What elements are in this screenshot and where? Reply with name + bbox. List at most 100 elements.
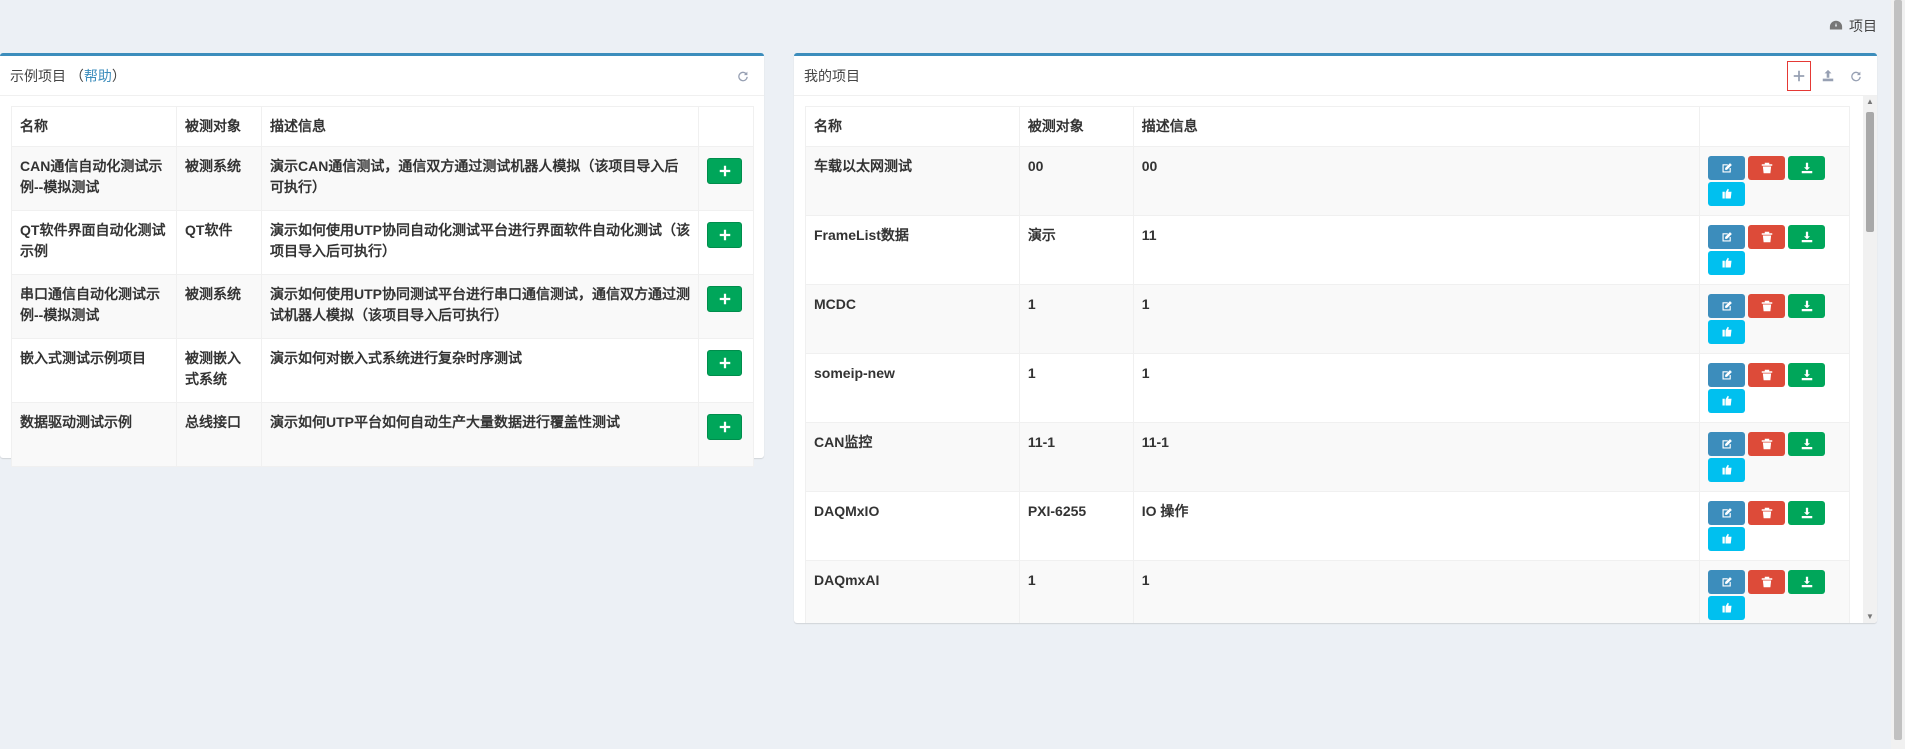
share-button[interactable] <box>1708 458 1745 482</box>
col-desc: 描述信息 <box>1132 106 1701 147</box>
project-name: DAQmxAI <box>805 560 1020 623</box>
col-target: 被测对象 <box>176 106 262 147</box>
refresh-button[interactable] <box>1845 65 1867 87</box>
plus-icon <box>719 421 730 433</box>
download-button[interactable] <box>1788 501 1825 525</box>
dashboard-icon <box>1829 20 1843 30</box>
import-project-button[interactable] <box>707 222 742 248</box>
edit-icon <box>1722 508 1732 518</box>
edit-icon <box>1722 370 1732 380</box>
edit-button[interactable] <box>1708 432 1745 456</box>
action-cell <box>1699 491 1850 561</box>
table-row: DAQMxIO PXI-6255 IO 操作 <box>805 491 1850 561</box>
project-target: 被测系统 <box>176 274 262 339</box>
action-cell <box>698 338 754 403</box>
import-project-button[interactable] <box>707 414 742 440</box>
project-desc: 00 <box>1132 146 1701 216</box>
plus-icon <box>719 357 730 369</box>
upload-button[interactable] <box>1817 65 1839 87</box>
my-projects-panel: 我的项目 名称 被测对象 描述信息 车载以太网测试 00 00 FrameList数据… <box>794 53 1877 623</box>
download-button[interactable] <box>1788 432 1825 456</box>
share-button[interactable] <box>1708 182 1745 206</box>
trash-icon <box>1761 576 1772 588</box>
project-desc: 11-1 <box>1132 422 1701 492</box>
project-name: FrameList数据 <box>805 215 1020 285</box>
share-button[interactable] <box>1708 320 1745 344</box>
download-button[interactable] <box>1788 225 1825 249</box>
delete-button[interactable] <box>1748 294 1785 318</box>
share-button[interactable] <box>1708 389 1745 413</box>
scroll-thumb[interactable] <box>1866 112 1874 232</box>
edit-icon <box>1722 577 1732 587</box>
col-actions <box>1699 106 1850 147</box>
edit-button[interactable] <box>1708 363 1745 387</box>
edit-button[interactable] <box>1708 570 1745 594</box>
action-cell <box>1699 560 1850 623</box>
action-cell <box>1699 215 1850 285</box>
project-target: 1 <box>1018 284 1134 354</box>
plus-icon <box>719 165 730 177</box>
project-target: 总线接口 <box>176 402 262 467</box>
share-button[interactable] <box>1708 251 1745 275</box>
download-icon <box>1801 300 1812 312</box>
import-project-button[interactable] <box>707 158 742 184</box>
share-button[interactable] <box>1708 527 1745 551</box>
project-target: 11-1 <box>1018 422 1134 492</box>
table-row: FrameList数据 演示 11 <box>805 215 1850 285</box>
share-icon <box>1722 464 1731 475</box>
download-icon <box>1801 576 1812 588</box>
refresh-button[interactable] <box>732 65 754 87</box>
col-name: 名称 <box>11 106 177 147</box>
delete-button[interactable] <box>1748 570 1785 594</box>
trash-icon <box>1761 507 1772 519</box>
page-scroll-thumb[interactable] <box>1894 0 1902 740</box>
share-icon <box>1722 602 1731 613</box>
download-button[interactable] <box>1788 294 1825 318</box>
upload-icon <box>1822 69 1834 82</box>
project-target: QT软件 <box>176 210 262 275</box>
share-icon <box>1722 188 1731 199</box>
download-button[interactable] <box>1788 156 1825 180</box>
delete-button[interactable] <box>1748 432 1785 456</box>
import-project-button[interactable] <box>707 286 742 312</box>
action-cell <box>1699 422 1850 492</box>
download-button[interactable] <box>1788 363 1825 387</box>
edit-button[interactable] <box>1708 156 1745 180</box>
example-projects-panel: 示例项目 （帮助） 名称 被测对象 描述信息 CAN通信自动化测试示例--模拟测… <box>0 53 764 467</box>
table-row: MCDC 1 1 <box>805 284 1850 354</box>
table-row: 串口通信自动化测试示例--模拟测试 被测系统 演示如何使用UTP协同测试平台进行串口… <box>11 274 754 339</box>
project-name: 车载以太网测试 <box>805 146 1020 216</box>
refresh-icon <box>738 71 748 82</box>
share-icon <box>1722 326 1731 337</box>
edit-button[interactable] <box>1708 225 1745 249</box>
page-scrollbar[interactable] <box>1891 0 1905 749</box>
project-target: PXI-6255 <box>1018 491 1134 561</box>
col-target: 被测对象 <box>1018 106 1134 147</box>
action-cell <box>698 402 754 467</box>
share-button[interactable] <box>1708 596 1745 620</box>
edit-icon <box>1722 439 1732 449</box>
project-name: MCDC <box>805 284 1020 354</box>
import-project-button[interactable] <box>707 350 742 376</box>
table-row: CAN通信自动化测试示例--模拟测试 被测系统 演示CAN通信测试，通信双方通过测试… <box>11 146 754 211</box>
download-button[interactable] <box>1788 570 1825 594</box>
table-row: 车载以太网测试 00 00 <box>805 146 1850 216</box>
table-scrollbar[interactable]: ▲ ▼ <box>1863 96 1877 623</box>
action-cell <box>698 274 754 339</box>
table-row: DAQmxAI 1 1 <box>805 560 1850 623</box>
help-link[interactable]: 帮助 <box>84 68 112 84</box>
delete-button[interactable] <box>1748 501 1785 525</box>
edit-button[interactable] <box>1708 294 1745 318</box>
delete-button[interactable] <box>1748 363 1785 387</box>
project-desc: 演示如何使用UTP协同自动化测试平台进行界面软件自动化测试（该项目导入后可执行） <box>261 210 699 275</box>
my-projects-table: 名称 被测对象 描述信息 车载以太网测试 00 00 FrameList数据 演示 11 M… <box>805 106 1850 623</box>
delete-button[interactable] <box>1748 225 1785 249</box>
download-icon <box>1801 162 1812 174</box>
project-desc: 1 <box>1132 560 1701 623</box>
edit-button[interactable] <box>1708 501 1745 525</box>
my-projects-title: 我的项目 <box>804 67 860 84</box>
delete-button[interactable] <box>1748 156 1785 180</box>
scroll-up-arrow[interactable]: ▲ <box>1866 98 1874 106</box>
add-project-button[interactable] <box>1787 61 1811 91</box>
scroll-down-arrow[interactable]: ▼ <box>1866 613 1874 621</box>
